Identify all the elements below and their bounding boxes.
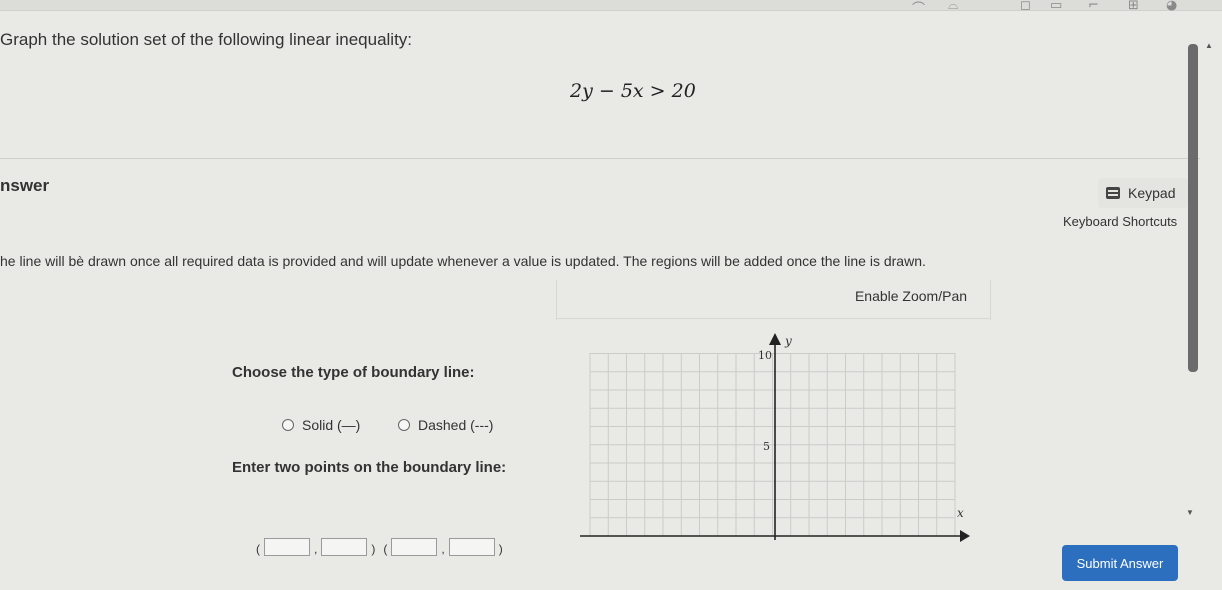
comma: , bbox=[441, 542, 445, 556]
window-icon[interactable]: ◻ bbox=[1020, 0, 1031, 13]
y-tick-5: 5 bbox=[763, 440, 770, 453]
enable-zoom-pan-button[interactable]: Enable Zoom/Pan bbox=[841, 281, 981, 311]
solid-radio[interactable] bbox=[282, 419, 294, 431]
answer-heading: nswer bbox=[0, 176, 50, 195]
submit-answer-button[interactable]: Submit Answer bbox=[1062, 545, 1178, 581]
pin-icon[interactable]: ⌐ bbox=[1088, 0, 1099, 13]
toolbar: ⌒ ⌓ ◻ ▭ ⌐ ⊞ ◕ bbox=[900, 0, 1210, 17]
solid-label: Solid (—) bbox=[302, 417, 361, 433]
question-text: Graph the solution set of the following … bbox=[0, 30, 413, 49]
keypad-button[interactable]: Keypad bbox=[1098, 178, 1188, 208]
inequality: 2y − 5x > 20 bbox=[570, 80, 696, 102]
dashed-radio[interactable] bbox=[398, 419, 410, 431]
keypad-label: Keypad bbox=[1128, 185, 1176, 201]
paren-open: ( bbox=[383, 542, 388, 556]
paren-close: ) bbox=[371, 542, 376, 556]
keyboard-shortcuts-link[interactable]: Keyboard Shortcuts bbox=[1063, 214, 1177, 229]
coordinate-graph[interactable]: y x 10 5 bbox=[560, 325, 980, 555]
points-heading: Enter two points on the boundary line: bbox=[232, 459, 507, 476]
scrollbar[interactable] bbox=[1188, 44, 1198, 372]
keypad-icon bbox=[1106, 187, 1120, 199]
point1-y-input[interactable] bbox=[321, 538, 368, 556]
grid-icon[interactable]: ⊞ bbox=[1128, 0, 1139, 13]
y-tick-10: 10 bbox=[758, 349, 772, 362]
panel-border bbox=[556, 280, 557, 320]
comma: , bbox=[314, 542, 318, 556]
paren-close: ) bbox=[498, 542, 503, 556]
scroll-down-icon[interactable]: ▼ bbox=[1186, 508, 1194, 517]
paren-open: ( bbox=[256, 542, 260, 556]
panel-border bbox=[556, 318, 990, 319]
scroll-up-icon[interactable]: ▲ bbox=[1205, 41, 1213, 50]
undo-icon[interactable]: ⌒ bbox=[912, 0, 925, 17]
palette-icon[interactable]: ◕ bbox=[1166, 0, 1177, 13]
point2-y-input[interactable] bbox=[448, 538, 495, 556]
redo-icon[interactable]: ⌓ bbox=[948, 0, 958, 13]
point2-x-input[interactable] bbox=[391, 538, 438, 556]
y-axis-label: y bbox=[784, 334, 792, 348]
divider bbox=[0, 158, 1200, 159]
dashed-option[interactable]: Dashed (---) bbox=[398, 417, 493, 433]
layout-icon[interactable]: ▭ bbox=[1050, 0, 1062, 13]
panel-border bbox=[990, 280, 991, 320]
point-inputs: ( , ) ( , ) bbox=[252, 534, 507, 556]
instructions: he line will bè drawn once all required … bbox=[0, 253, 926, 269]
grid bbox=[589, 353, 956, 537]
x-axis-arrow bbox=[960, 530, 970, 542]
dashed-label: Dashed (---) bbox=[418, 417, 494, 433]
solid-option[interactable]: Solid (—) bbox=[282, 417, 360, 433]
y-axis-arrow bbox=[769, 333, 781, 345]
point1-x-input[interactable] bbox=[264, 538, 310, 556]
boundary-type-heading: Choose the type of boundary line: bbox=[232, 364, 475, 381]
x-axis-label: x bbox=[957, 506, 964, 520]
